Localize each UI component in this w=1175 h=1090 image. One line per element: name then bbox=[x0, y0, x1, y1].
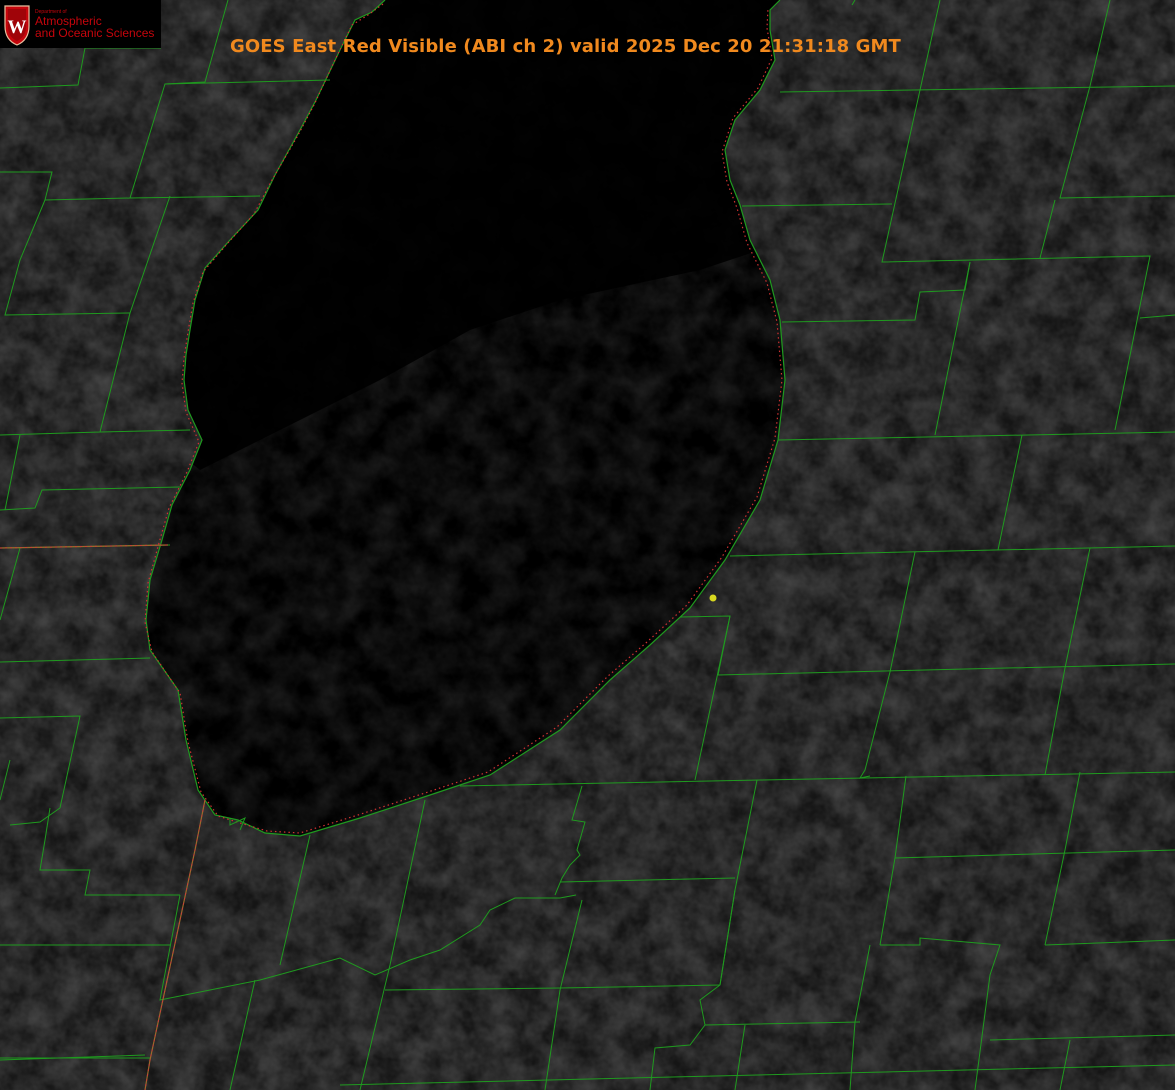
map-title: GOES East Red Visible (ABI ch 2) valid 2… bbox=[230, 36, 901, 57]
logo-line-2: and Oceanic Sciences bbox=[35, 26, 155, 40]
seal-letter-layer: W bbox=[8, 17, 27, 38]
satellite-map: W Department of Atmospheric and Oceanic … bbox=[0, 0, 1175, 1090]
station-marker bbox=[709, 594, 717, 602]
map-canvas bbox=[0, 0, 1175, 1090]
aos-logo: W Department of Atmospheric and Oceanic … bbox=[0, 0, 161, 48]
seal-letter: W bbox=[8, 17, 27, 38]
